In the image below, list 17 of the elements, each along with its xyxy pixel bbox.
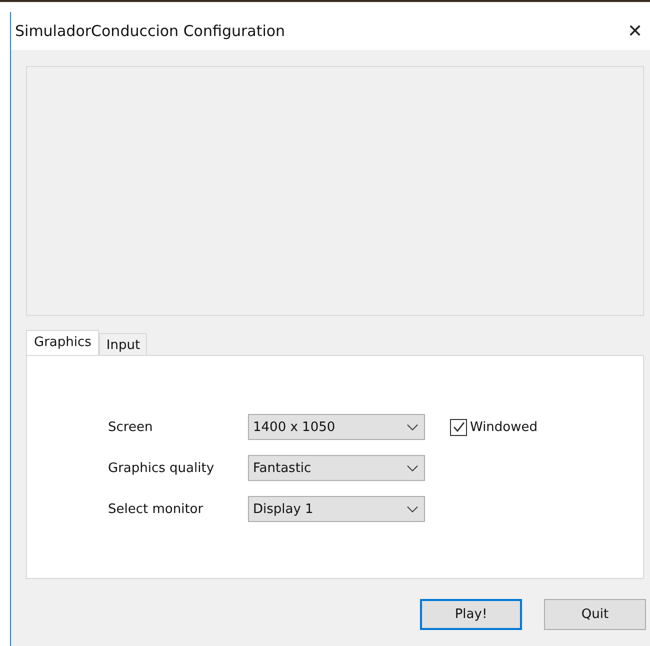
chevron-down-icon — [407, 424, 418, 430]
window-title: SimuladorConduccion Configuration — [15, 22, 286, 40]
dialog-button[interactable]: Quit — [544, 599, 646, 630]
setting-label: Screen — [108, 420, 154, 434]
tab[interactable]: Input — [99, 333, 148, 356]
chevron-down-icon — [407, 506, 418, 512]
setting-label: Graphics quality — [108, 460, 216, 476]
tab[interactable]: Graphics — [26, 330, 100, 356]
setting-label: Select monitor — [108, 502, 204, 516]
close-button[interactable]: ✕ — [622, 18, 648, 44]
dialog-button[interactable]: Play! — [420, 599, 522, 630]
dropdown[interactable]: 1400 x 1050 — [248, 414, 425, 440]
chevron-down-icon — [407, 464, 418, 472]
checkbox[interactable] — [450, 418, 467, 436]
windowed-checkbox[interactable]: Windowed — [450, 418, 643, 436]
dropdown[interactable]: Fantastic — [248, 455, 425, 481]
dropdown[interactable]: Display 1 — [248, 496, 425, 522]
